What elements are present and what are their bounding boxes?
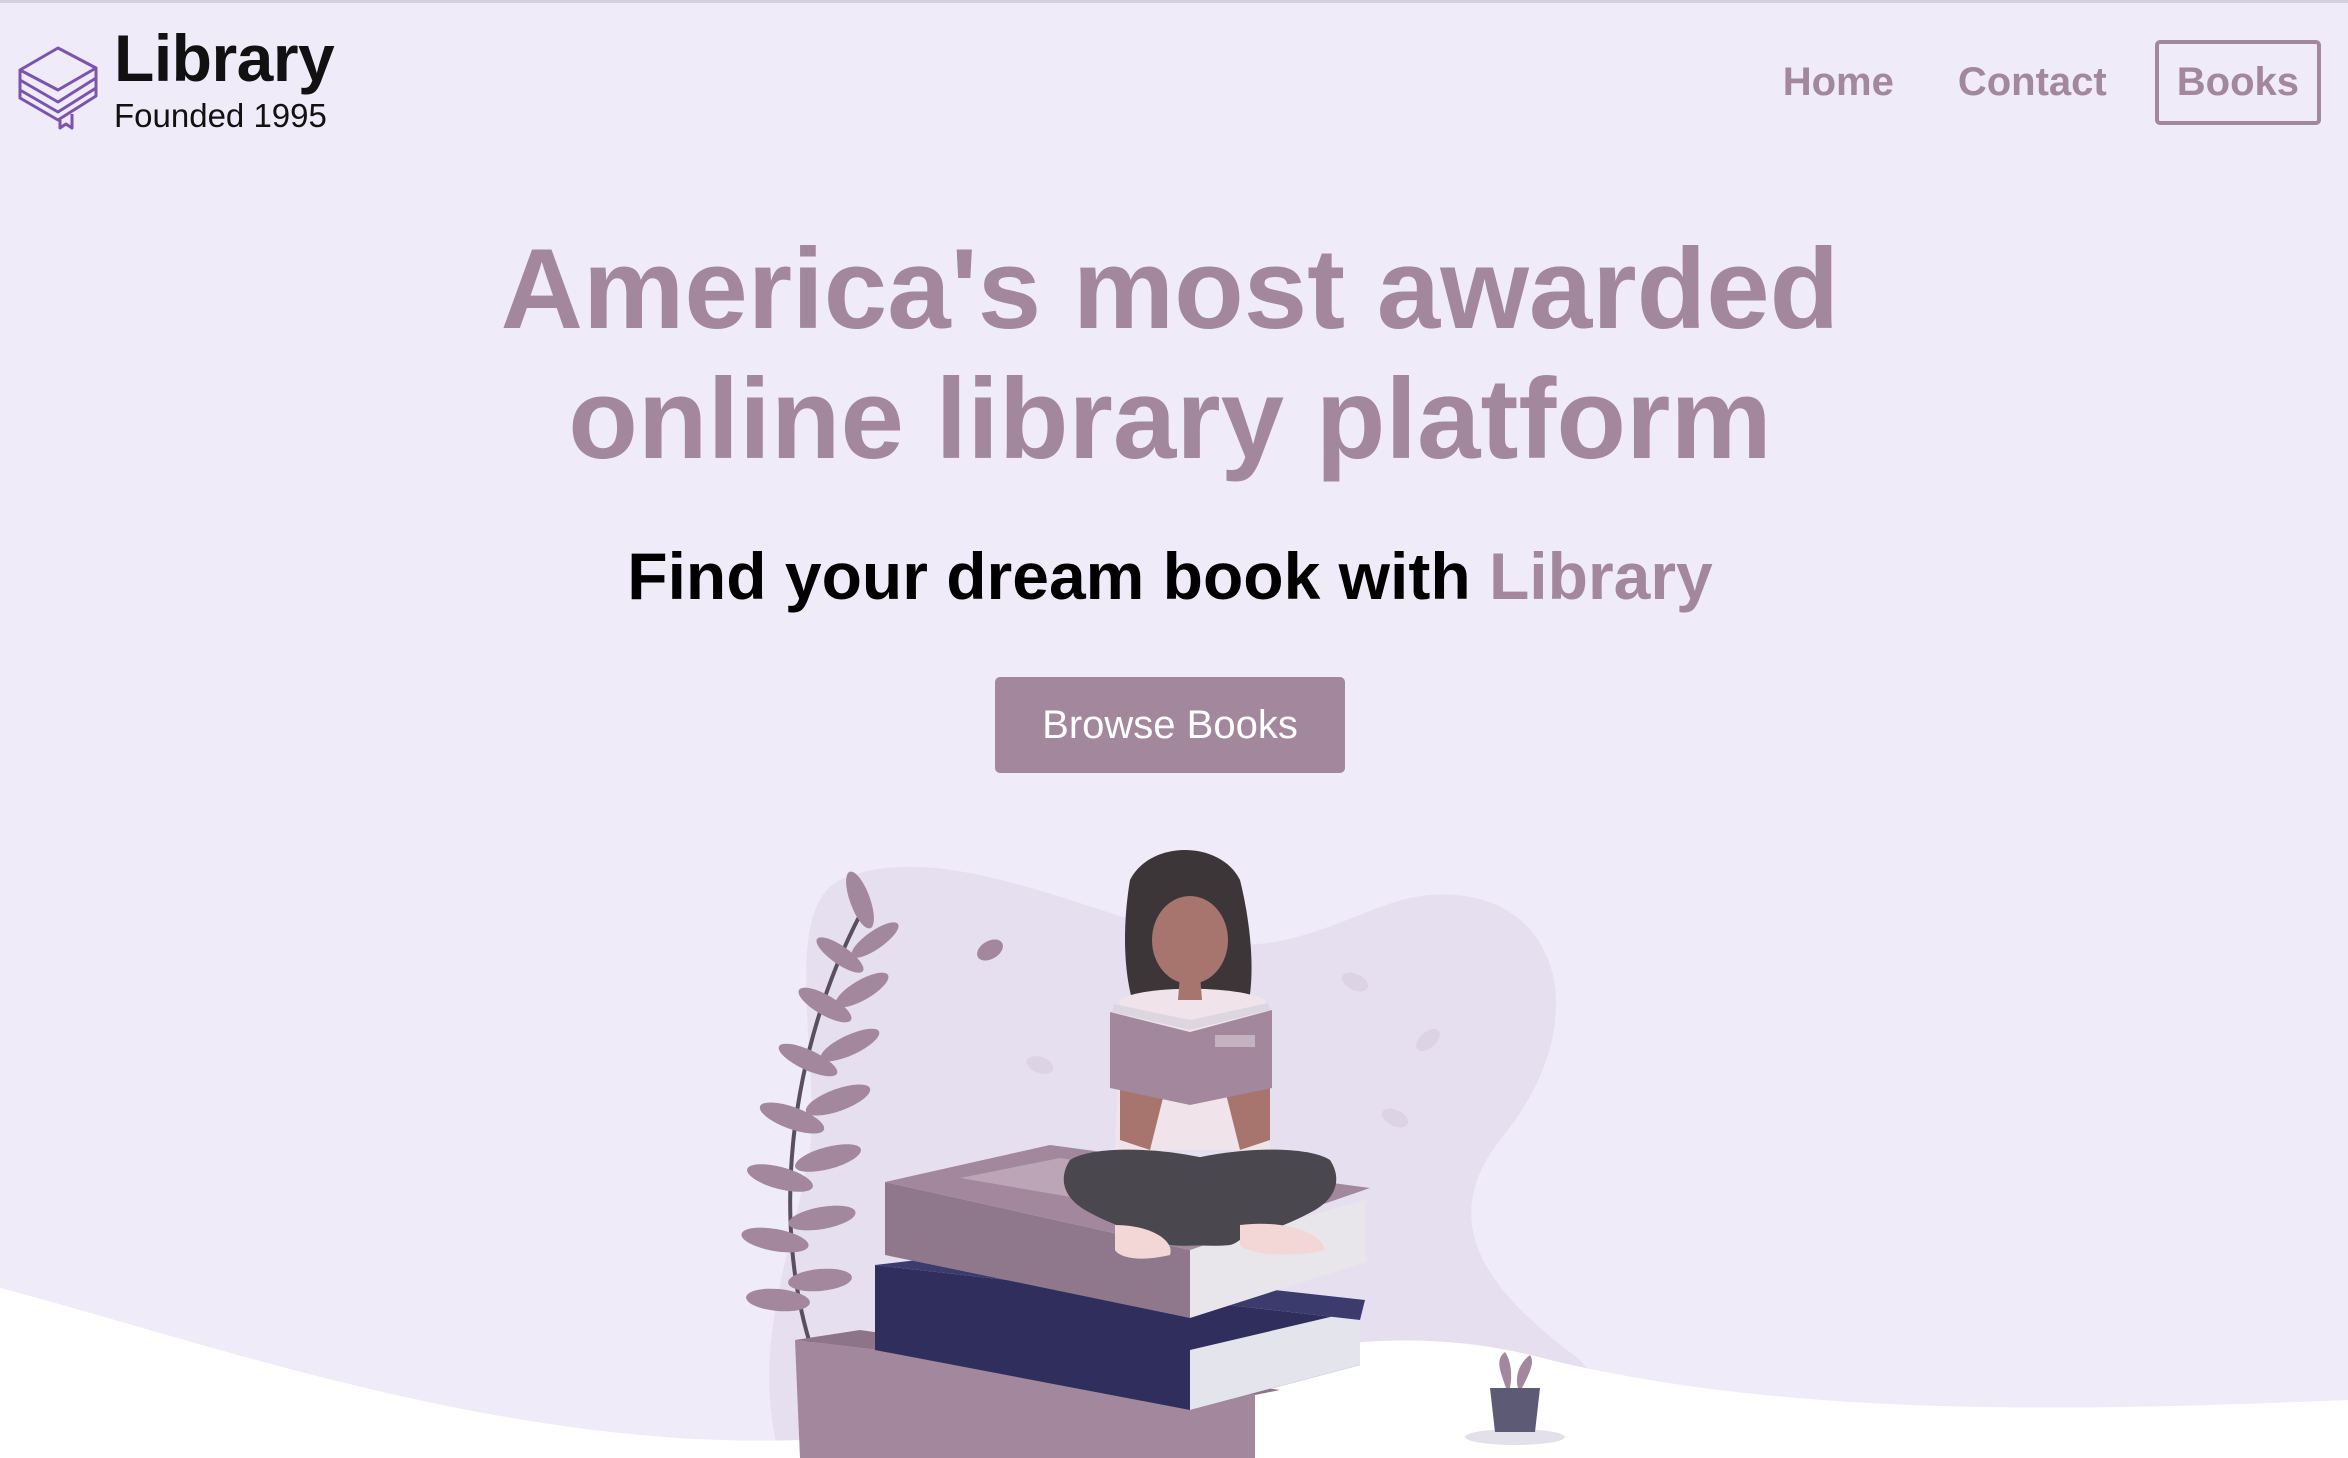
hero-title-line-1: America's most awarded — [500, 226, 1840, 353]
main-nav: Home Contact Books — [1765, 40, 2321, 125]
hero-title: America's most awarded online library pl… — [0, 225, 2340, 485]
browse-books-button[interactable]: Browse Books — [995, 677, 1345, 773]
top-border — [0, 0, 2348, 3]
site-logo[interactable]: Library Founded 1995 — [16, 21, 335, 136]
logo-tagline: Founded 1995 — [114, 97, 327, 134]
hero-subtitle: Find your dream book with Library — [0, 538, 2340, 614]
nav-books-link[interactable]: Books — [2154, 40, 2321, 125]
hero-title-line-2: online library platform — [568, 356, 1772, 483]
nav-contact-link[interactable]: Contact — [1940, 40, 2125, 125]
woman-reading-illustration — [0, 850, 2348, 1458]
hero-subtitle-text: Find your dream book with — [627, 539, 1489, 613]
logo-title: Library — [114, 21, 335, 95]
nav-home-link[interactable]: Home — [1765, 40, 1912, 125]
hero-subtitle-brand: Library — [1488, 539, 1713, 613]
stacked-books-icon — [18, 46, 98, 130]
